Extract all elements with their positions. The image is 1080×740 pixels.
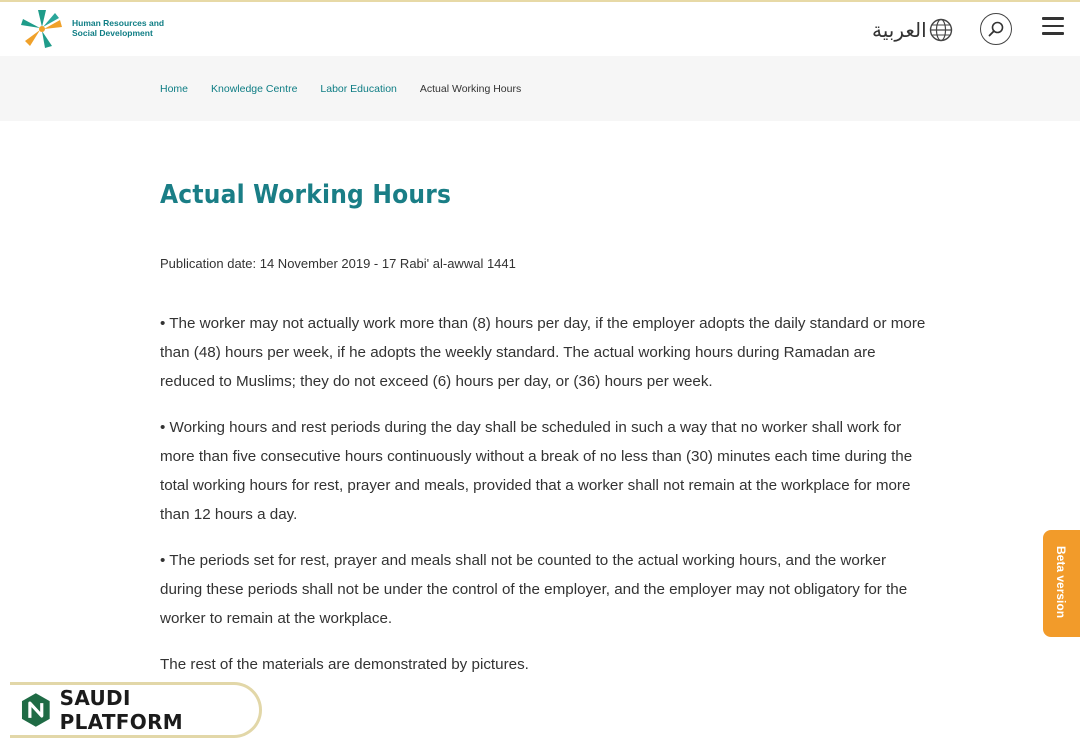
- saudi-platform-badge[interactable]: SAUDI PLATFORM: [10, 682, 262, 738]
- globe-icon: [929, 18, 952, 42]
- language-switch[interactable]: العربية: [872, 17, 953, 43]
- breadcrumb-home[interactable]: Home: [160, 83, 188, 95]
- article-paragraph: • The periods set for rest, prayer and m…: [160, 552, 908, 627]
- beta-version-label: Beta version: [1054, 546, 1068, 619]
- breadcrumb: Home Knowledge Centre Labor Education Ac…: [160, 83, 544, 95]
- article-paragraph: • The worker may not actually work more …: [160, 315, 926, 390]
- breadcrumb-current: Actual Working Hours: [419, 83, 522, 95]
- menu-line: [1042, 17, 1064, 20]
- top-header: Human Resources and Social Development ا…: [0, 0, 1080, 56]
- ministry-name-line1: Human Resources and: [72, 18, 165, 28]
- language-label: العربية: [872, 18, 927, 42]
- page-title: Actual Working Hours: [160, 180, 452, 210]
- beta-version-tab[interactable]: Beta version: [1043, 530, 1080, 637]
- breadcrumb-knowledge-centre[interactable]: Knowledge Centre: [211, 83, 297, 95]
- saudi-platform-label: SAUDI PLATFORM: [59, 686, 183, 734]
- breadcrumb-bar: Home Knowledge Centre Labor Education Ac…: [0, 56, 1080, 121]
- publication-date: Publication date: 14 November 2019 - 17 …: [160, 256, 516, 271]
- article: Actual Working Hours Publication date: 1…: [160, 180, 930, 673]
- hamburger-menu-icon[interactable]: [1042, 17, 1064, 35]
- search-button[interactable]: [980, 13, 1012, 45]
- menu-line: [1042, 32, 1064, 35]
- ministry-name-line2: Social Development: [72, 28, 153, 38]
- saudi-platform-logo-icon: [21, 693, 50, 727]
- article-paragraph: The rest of the materials are demonstrat…: [160, 656, 529, 673]
- search-icon: [988, 21, 1004, 37]
- article-paragraph: • Working hours and rest periods during …: [160, 419, 913, 523]
- ministry-logo-icon[interactable]: [16, 8, 68, 50]
- ministry-name[interactable]: Human Resources and Social Development: [72, 18, 164, 38]
- article-body: • The worker may not actually work more …: [160, 309, 930, 696]
- breadcrumb-labor-education[interactable]: Labor Education: [320, 83, 396, 95]
- menu-line: [1042, 24, 1064, 27]
